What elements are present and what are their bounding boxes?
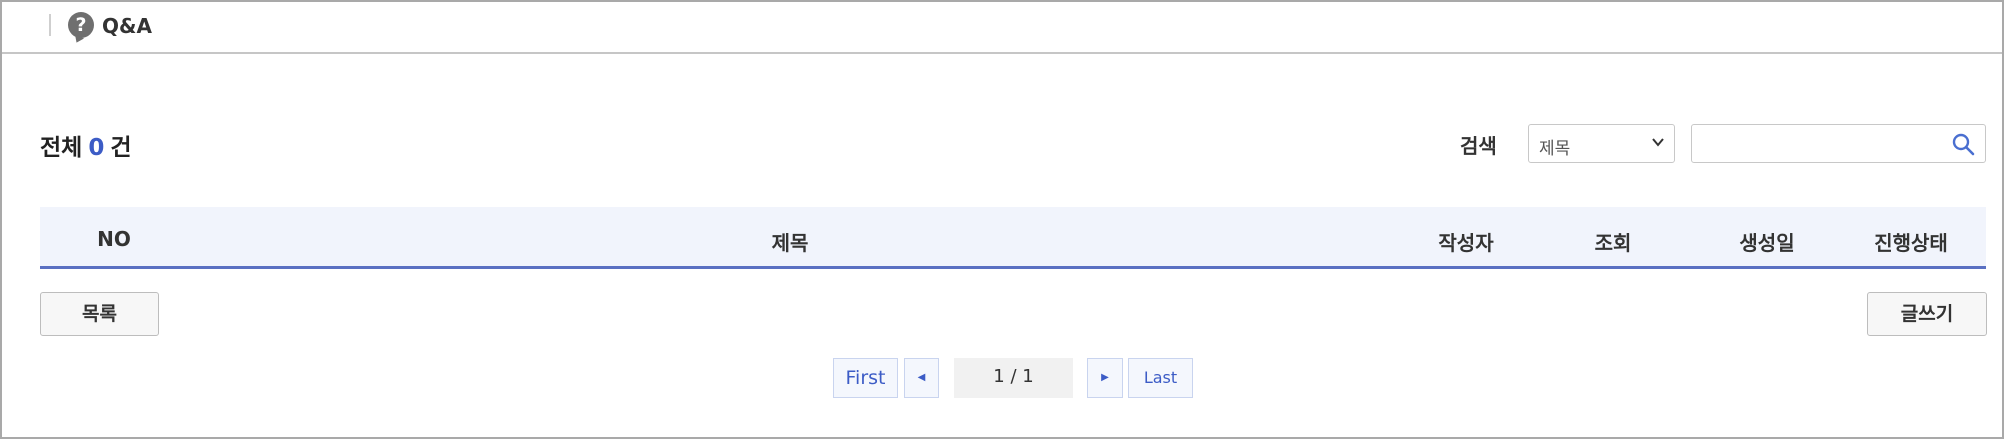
search-icon[interactable] (1951, 132, 1975, 156)
pagination-page-info: 1 / 1 (954, 358, 1073, 398)
search-select-value: 제목 (1539, 139, 1571, 159)
next-arrow-icon: ▶ (1101, 372, 1109, 383)
prev-arrow-icon: ◀ (917, 372, 926, 383)
search-input-box (1691, 124, 1986, 163)
column-header-views: 조회 (1594, 231, 1632, 255)
pagination-last-button[interactable]: Last (1128, 358, 1193, 398)
table-header: NO 제목 작성자 조회 생성일 진행상태 (40, 207, 1986, 269)
column-header-author: 작성자 (1438, 231, 1494, 255)
search-label: 검색 (1460, 134, 1497, 158)
search-field-select[interactable]: 제목 (1528, 124, 1675, 163)
qa-board-panel: ? Q&A 전체 0 건 검색 제목 NO 제목 작성자 조회 생성일 진행상태 목… (0, 0, 2004, 439)
total-count-label: 전체 0 건 (40, 128, 132, 162)
column-header-status: 진행상태 (1874, 231, 1948, 255)
total-suffix: 건 (110, 135, 132, 161)
write-button[interactable]: 글쓰기 (1867, 292, 1987, 336)
pagination-prev-button[interactable]: ◀ (904, 358, 939, 398)
page-title: Q&A (102, 14, 152, 38)
column-header-no: NO (97, 227, 131, 251)
list-button[interactable]: 목록 (40, 292, 159, 336)
pagination-next-button[interactable]: ▶ (1087, 358, 1123, 398)
column-header-title: 제목 (771, 231, 809, 255)
question-bubble-icon: ? (68, 12, 94, 38)
header-divider (49, 14, 51, 36)
search-input[interactable] (1692, 125, 1942, 162)
total-count: 0 (88, 135, 105, 161)
total-prefix: 전체 (40, 135, 83, 161)
page-header: ? Q&A (2, 2, 2002, 54)
pagination-first-button[interactable]: First (833, 358, 898, 398)
column-header-created: 생성일 (1739, 231, 1795, 255)
chevron-down-icon (1652, 135, 1664, 153)
